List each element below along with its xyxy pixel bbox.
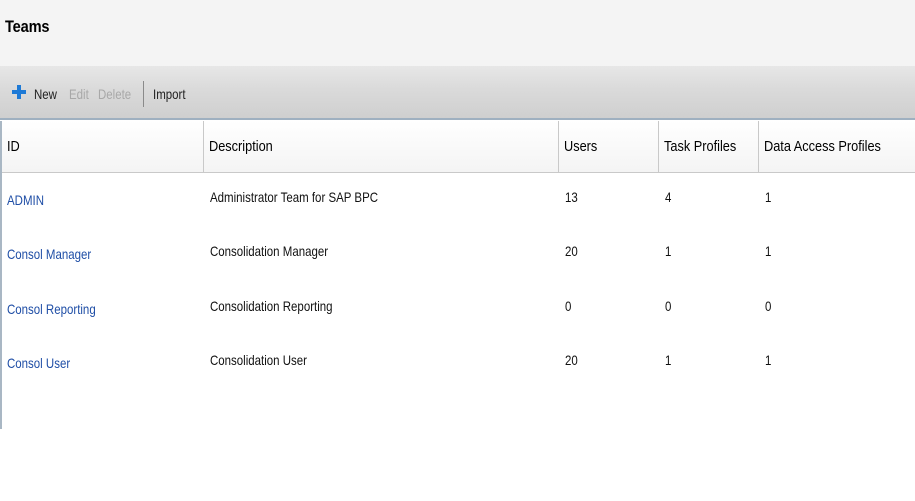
team-task-profiles: 0	[665, 298, 672, 314]
team-data-access-profiles: 1	[765, 243, 772, 259]
team-description: Consolidation User	[210, 352, 308, 368]
column-header-id[interactable]: ID	[2, 121, 204, 172]
column-header-label: Data Access Profiles	[764, 138, 881, 155]
column-header-description[interactable]: Description	[204, 121, 559, 172]
team-id-link[interactable]: Consol User	[7, 355, 70, 371]
toolbar-separator	[143, 81, 144, 107]
team-task-profiles: 1	[665, 243, 672, 259]
import-button[interactable]: Import	[153, 86, 186, 102]
table-header: ID Description Users Task Profiles Data …	[2, 121, 915, 173]
team-description: Consolidation Reporting	[210, 298, 333, 314]
team-users: 20	[565, 243, 578, 259]
toolbar: New Edit Delete Import	[0, 66, 915, 120]
team-data-access-profiles: 0	[765, 298, 772, 314]
page-footer-blank	[0, 429, 915, 501]
new-button[interactable]: New	[34, 86, 57, 102]
team-users: 20	[565, 352, 578, 368]
team-description: Administrator Team for SAP BPC	[210, 189, 379, 205]
teams-table: ID Description Users Task Profiles Data …	[0, 121, 915, 429]
page-title: Teams	[5, 17, 50, 36]
team-description: Consolidation Manager	[210, 243, 329, 259]
team-users: 0	[565, 298, 572, 314]
column-header-label: Description	[209, 138, 273, 155]
column-header-label: Users	[564, 138, 598, 155]
table-row[interactable]: Consol Reporting Consolidation Reporting…	[2, 281, 915, 335]
delete-button[interactable]: Delete	[98, 86, 131, 102]
table-row[interactable]: ADMIN Administrator Team for SAP BPC 13 …	[2, 173, 915, 227]
edit-button[interactable]: Edit	[69, 86, 89, 102]
team-users: 13	[565, 189, 578, 205]
page-header: Teams	[0, 0, 915, 66]
column-header-data-access-profiles[interactable]: Data Access Profiles	[759, 121, 915, 172]
team-task-profiles: 1	[665, 352, 672, 368]
table-row[interactable]: Consol Manager Consolidation Manager 20 …	[2, 227, 915, 281]
team-data-access-profiles: 1	[765, 189, 772, 205]
team-id-link[interactable]: ADMIN	[7, 192, 44, 208]
column-header-label: Task Profiles	[664, 138, 737, 155]
team-task-profiles: 4	[665, 189, 672, 205]
team-id-link[interactable]: Consol Reporting	[7, 301, 96, 317]
team-id-link[interactable]: Consol Manager	[7, 246, 91, 262]
column-header-label: ID	[7, 138, 20, 155]
team-data-access-profiles: 1	[765, 352, 772, 368]
column-header-users[interactable]: Users	[559, 121, 659, 172]
plus-icon[interactable]	[12, 85, 26, 99]
column-header-task-profiles[interactable]: Task Profiles	[659, 121, 759, 172]
table-row[interactable]: Consol User Consolidation User 20 1 1	[2, 336, 915, 390]
